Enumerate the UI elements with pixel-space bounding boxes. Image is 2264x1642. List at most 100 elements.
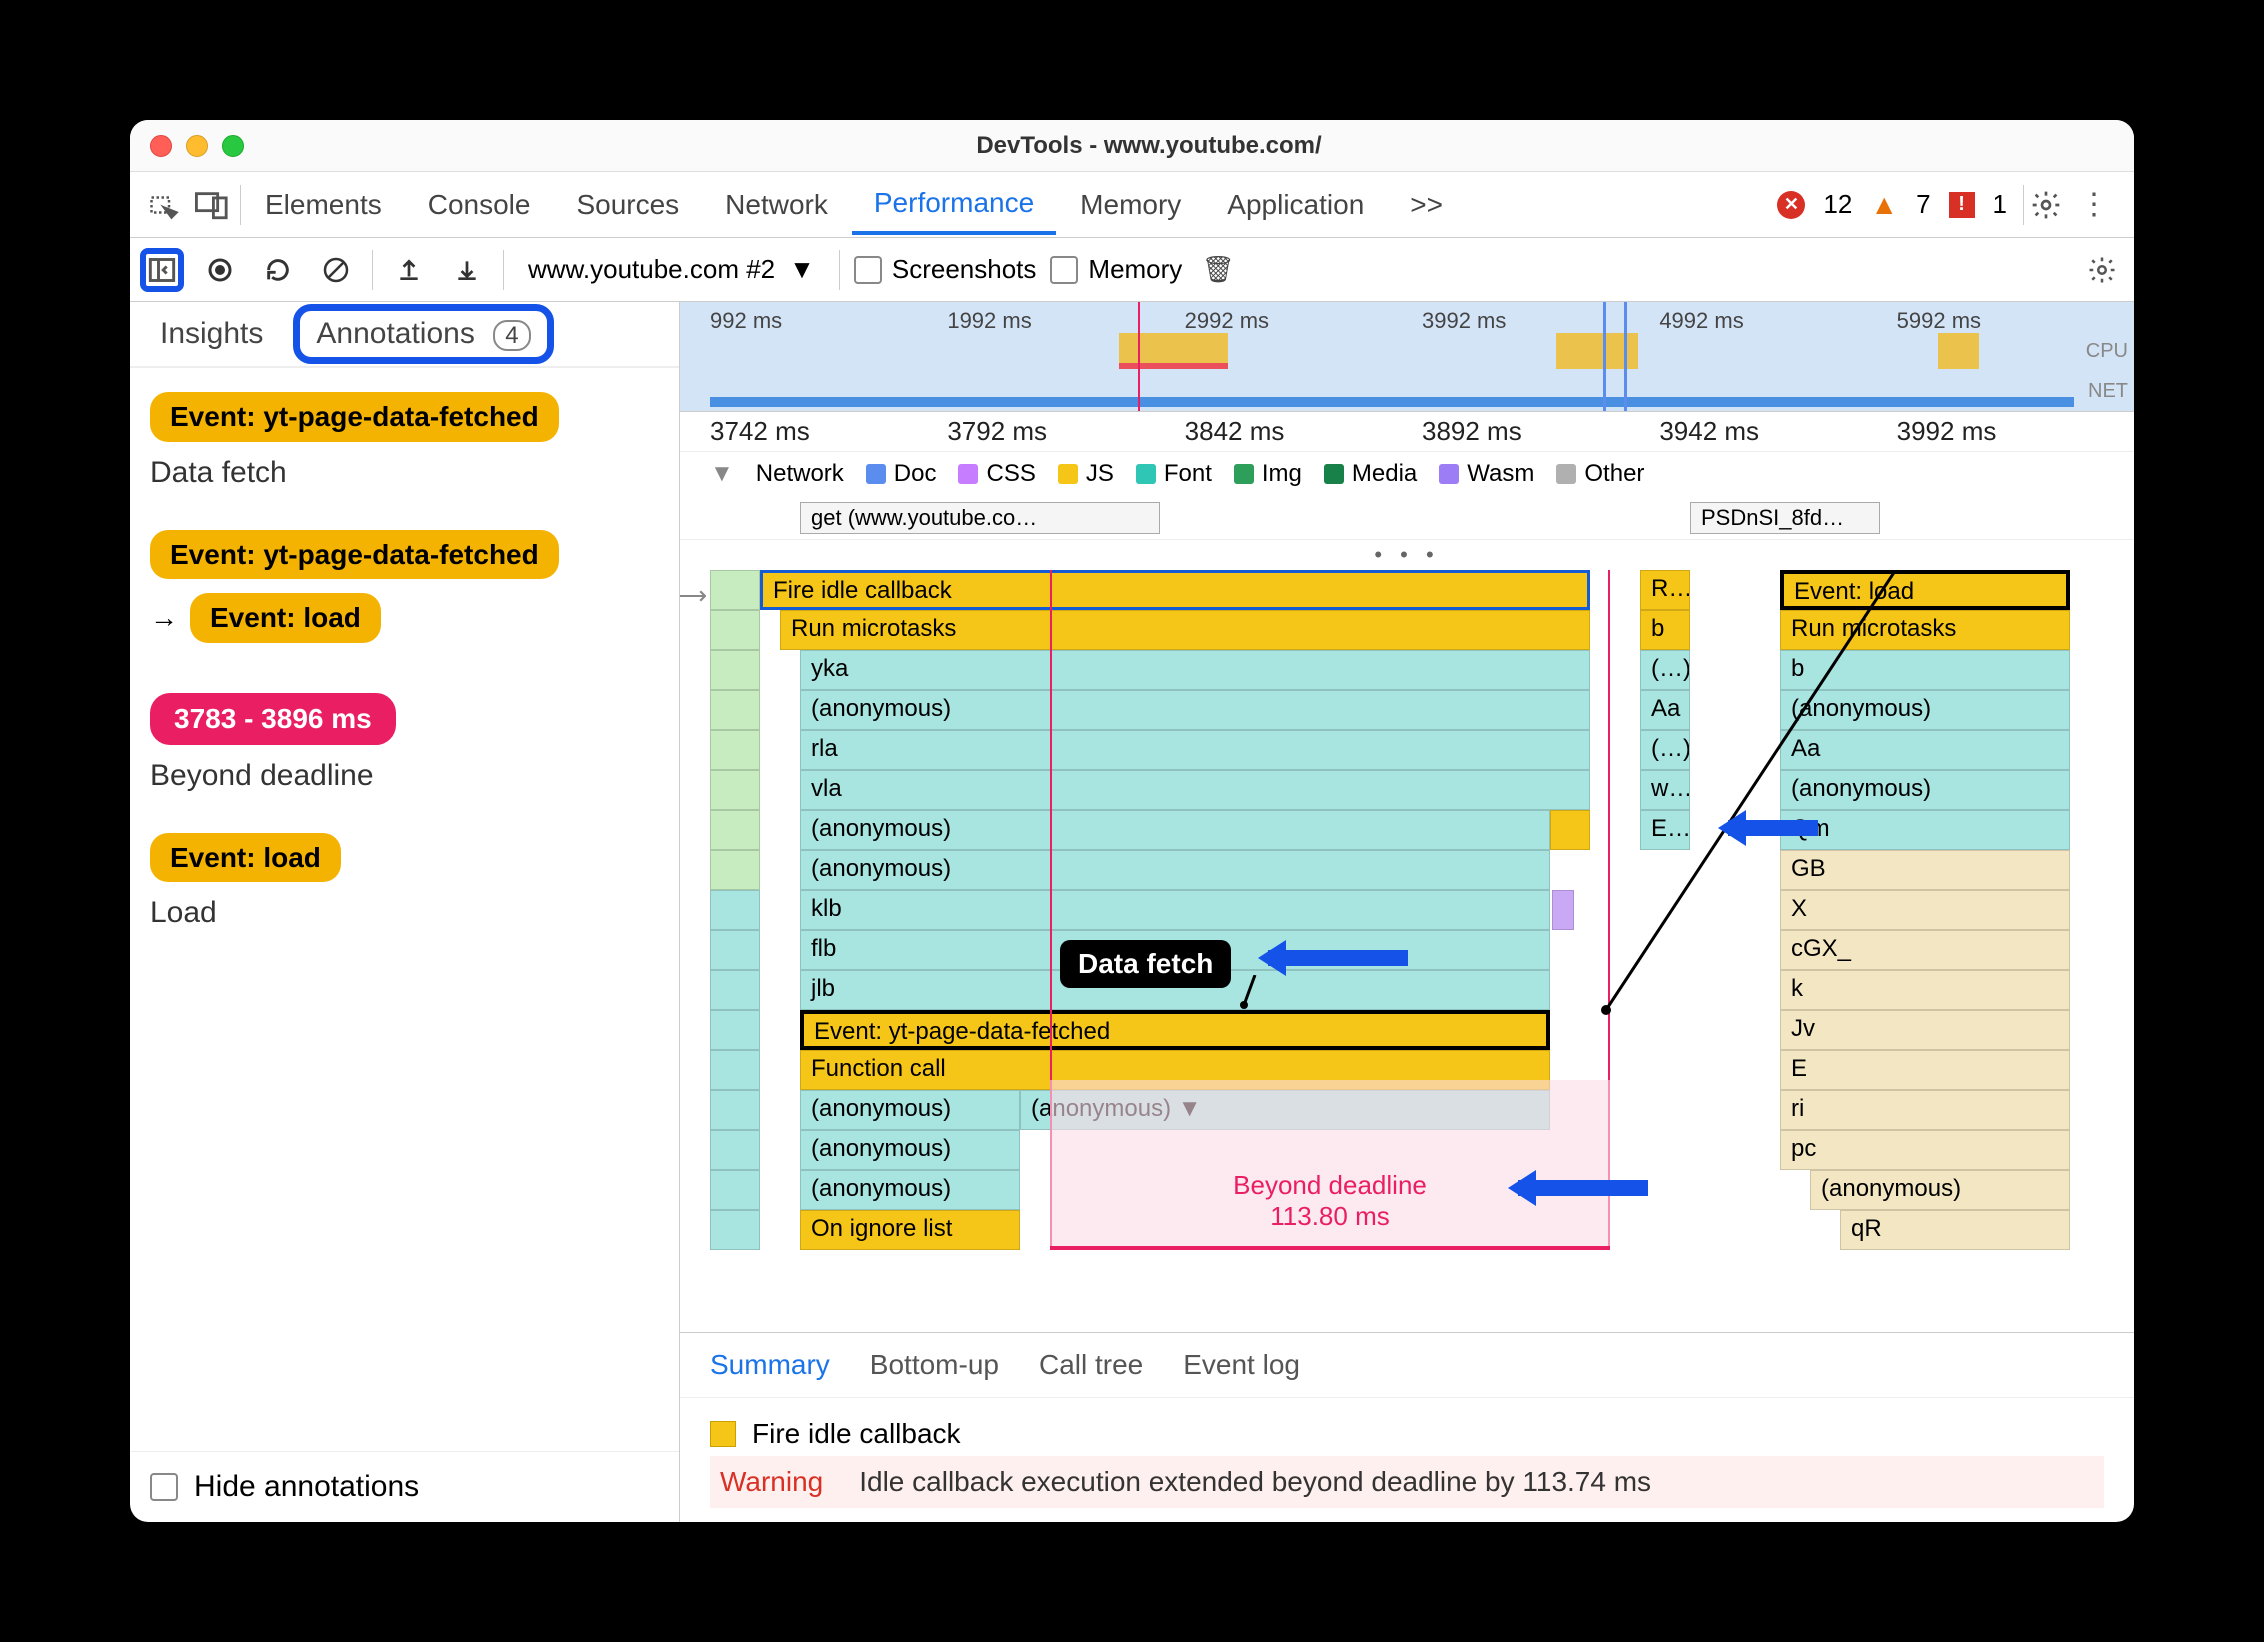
main-tabs: Elements Console Sources Network Perform… (130, 172, 2134, 238)
tab-sources[interactable]: Sources (554, 177, 701, 233)
tab-memory[interactable]: Memory (1058, 177, 1203, 233)
kebab-menu-icon[interactable]: ⋮ (2074, 185, 2114, 225)
flame-bar[interactable]: rla (800, 730, 1590, 770)
selection-arrow-icon: ⟶ (680, 580, 707, 611)
flame-bar[interactable]: Event: yt-page-data-fetched (800, 1010, 1550, 1050)
panel-settings-icon[interactable] (2080, 248, 2124, 292)
record-button[interactable] (198, 248, 242, 292)
summary-warning-row: Warning Idle callback execution extended… (710, 1456, 2104, 1508)
warning-icon: ▲ (1870, 189, 1898, 221)
devtools-window: DevTools - www.youtube.com/ Elements Con… (130, 120, 2134, 1522)
flame-bar[interactable]: (anonymous) (800, 1170, 1020, 1210)
zoom-window-icon[interactable] (222, 135, 244, 157)
flame-bar[interactable]: (anonymous) (800, 1130, 1020, 1170)
flame-bar[interactable]: (anonymous) (800, 810, 1550, 850)
legend-css: CSS (958, 460, 1035, 488)
tab-network[interactable]: Network (703, 177, 850, 233)
flame-bar[interactable]: klb (800, 890, 1550, 930)
flame-bar[interactable]: E (1780, 1050, 2070, 1090)
overview-ticks: 992 ms 1992 ms 2992 ms 3992 ms 4992 ms 5… (680, 302, 2134, 334)
flame-bar[interactable]: Function call (800, 1050, 1550, 1090)
memory-checkbox[interactable]: Memory (1050, 254, 1182, 285)
legend-media: Media (1324, 460, 1417, 488)
sidebar-tab-annotations[interactable]: Annotations 4 (293, 304, 553, 364)
flame-bar[interactable]: On ignore list (800, 1210, 1020, 1250)
close-window-icon[interactable] (150, 135, 172, 157)
sidebar: Insights Annotations 4 Event: yt-page-da… (130, 302, 680, 1522)
annotation-item[interactable]: 3783 - 3896 ms Beyond deadline (150, 693, 659, 793)
flame-bar[interactable]: qR (1840, 1210, 2070, 1250)
gc-button[interactable]: 🗑 (1196, 248, 1240, 292)
tab-elements[interactable]: Elements (243, 177, 404, 233)
collapsed-ellipsis: • • • (680, 540, 2134, 570)
minimize-window-icon[interactable] (186, 135, 208, 157)
status-counters[interactable]: ✕12 ▲7 !1 (1777, 189, 2021, 221)
legend-font: Font (1136, 460, 1212, 488)
clear-button[interactable] (314, 248, 358, 292)
hide-annotations-checkbox[interactable] (150, 1473, 178, 1501)
network-request[interactable]: PSDnSI_8fd… (1690, 502, 1880, 534)
flame-bar[interactable]: yka (800, 650, 1590, 690)
sidebar-tabs: Insights Annotations 4 (130, 302, 679, 368)
window-title: DevTools - www.youtube.com/ (244, 132, 2054, 160)
performance-toolbar: www.youtube.com #2 ▼ Screenshots Memory … (130, 238, 2134, 302)
beyond-deadline-label: Beyond deadline 113.80 ms (1180, 1170, 1480, 1232)
traffic-lights (150, 135, 244, 157)
data-fetch-label: Data fetch (1060, 940, 1231, 988)
flame-bar[interactable] (1552, 890, 1574, 930)
annotation-item[interactable]: Event: load Load (150, 833, 659, 931)
overview-timeline[interactable]: 992 ms 1992 ms 2992 ms 3992 ms 4992 ms 5… (680, 302, 2134, 412)
network-request[interactable]: get (www.youtube.co… (800, 502, 1160, 534)
flame-bar[interactable]: ri (1780, 1090, 2070, 1130)
legend-wasm: Wasm (1439, 460, 1534, 488)
upload-button[interactable] (387, 248, 431, 292)
screenshots-checkbox[interactable]: Screenshots (854, 254, 1037, 285)
tab-call-tree[interactable]: Call tree (1039, 1349, 1143, 1381)
summary-pane: Summary Bottom-up Call tree Event log Fi… (680, 1332, 2134, 1522)
tab-console[interactable]: Console (406, 177, 553, 233)
flame-bar[interactable]: Fire idle callback (760, 570, 1590, 610)
reload-button[interactable] (256, 248, 300, 292)
device-toolbar-icon[interactable] (192, 185, 232, 225)
inspect-element-icon[interactable] (144, 185, 184, 225)
flame-bar[interactable] (1550, 810, 1590, 850)
annotation-item[interactable]: Event: yt-page-data-fetched → Event: loa… (150, 530, 659, 643)
network-collapse-icon[interactable]: ▼ (710, 460, 734, 488)
issue-icon: ! (1949, 192, 1975, 218)
tab-summary[interactable]: Summary (710, 1349, 830, 1381)
summary-tabs: Summary Bottom-up Call tree Event log (680, 1333, 2134, 1398)
toggle-sidebar-button[interactable] (140, 248, 184, 292)
arrow-right-icon: → (150, 602, 178, 634)
summary-event-row: Fire idle callback (710, 1412, 2104, 1456)
titlebar: DevTools - www.youtube.com/ (130, 120, 2134, 172)
flame-bar[interactable]: vla (800, 770, 1590, 810)
flame-bar[interactable]: (anonymous) (800, 1090, 1020, 1130)
download-button[interactable] (445, 248, 489, 292)
timeline-ruler: 3742 ms 3792 ms 3842 ms 3892 ms 3942 ms … (680, 412, 2134, 452)
network-track[interactable]: get (www.youtube.co… PSDnSI_8fd… (680, 496, 2134, 540)
tab-event-log[interactable]: Event log (1183, 1349, 1300, 1381)
settings-icon[interactable] (2026, 185, 2066, 225)
legend-other: Other (1556, 460, 1644, 488)
tab-application[interactable]: Application (1205, 177, 1386, 233)
flame-chart[interactable]: Fire idle callbackR…Event: loadRun micro… (680, 570, 2134, 1332)
flame-bar[interactable]: pc (1780, 1130, 2070, 1170)
hide-annotations-row[interactable]: Hide annotations (130, 1451, 679, 1522)
tab-performance[interactable]: Performance (852, 175, 1056, 235)
legend-img: Img (1234, 460, 1302, 488)
page-select-dropdown[interactable]: www.youtube.com #2 ▼ (518, 254, 825, 285)
flame-bar[interactable]: Run microtasks (780, 610, 1590, 650)
flame-bar[interactable]: (anonymous) (1810, 1170, 2070, 1210)
flame-bar[interactable]: (anonymous) (800, 850, 1550, 890)
annotation-item[interactable]: Event: yt-page-data-fetched Data fetch (150, 392, 659, 490)
event-color-swatch (710, 1421, 736, 1447)
annotations-count-badge: 4 (493, 320, 530, 351)
sidebar-tab-insights[interactable]: Insights (146, 307, 277, 361)
flame-bar[interactable]: (anonymous) ▼ (1020, 1090, 1550, 1130)
error-icon: ✕ (1777, 191, 1805, 219)
tab-bottom-up[interactable]: Bottom-up (870, 1349, 999, 1381)
network-legend-row: ▼ Network DocCSSJSFontImgMediaWasmOther (680, 452, 2134, 496)
network-label: Network (756, 460, 844, 488)
tab-more[interactable]: >> (1388, 177, 1465, 233)
flame-bar[interactable]: (anonymous) (800, 690, 1590, 730)
